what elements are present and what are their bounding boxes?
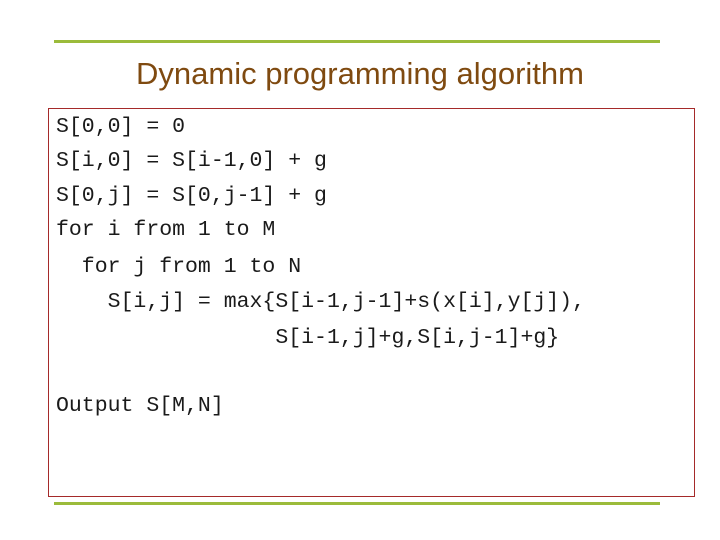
code-line: S[i-1,j]+g,S[i,j-1]+g} [56, 326, 560, 350]
code-line: for i from 1 to M [56, 218, 276, 242]
bottom-accent-rule [54, 502, 660, 505]
code-line: S[i,j] = max{S[i-1,j-1]+s(x[i],y[j]), [56, 290, 585, 314]
code-line: S[0,j] = S[0,j-1] + g [56, 184, 327, 208]
slide-title: Dynamic programming algorithm [136, 56, 584, 91]
code-line: S[i,0] = S[i-1,0] + g [56, 149, 327, 173]
top-accent-rule [54, 40, 660, 43]
code-line: Output S[M,N] [56, 394, 224, 418]
code-line: S[0,0] = 0 [56, 115, 186, 139]
code-line: for j from 1 to N [56, 255, 302, 279]
